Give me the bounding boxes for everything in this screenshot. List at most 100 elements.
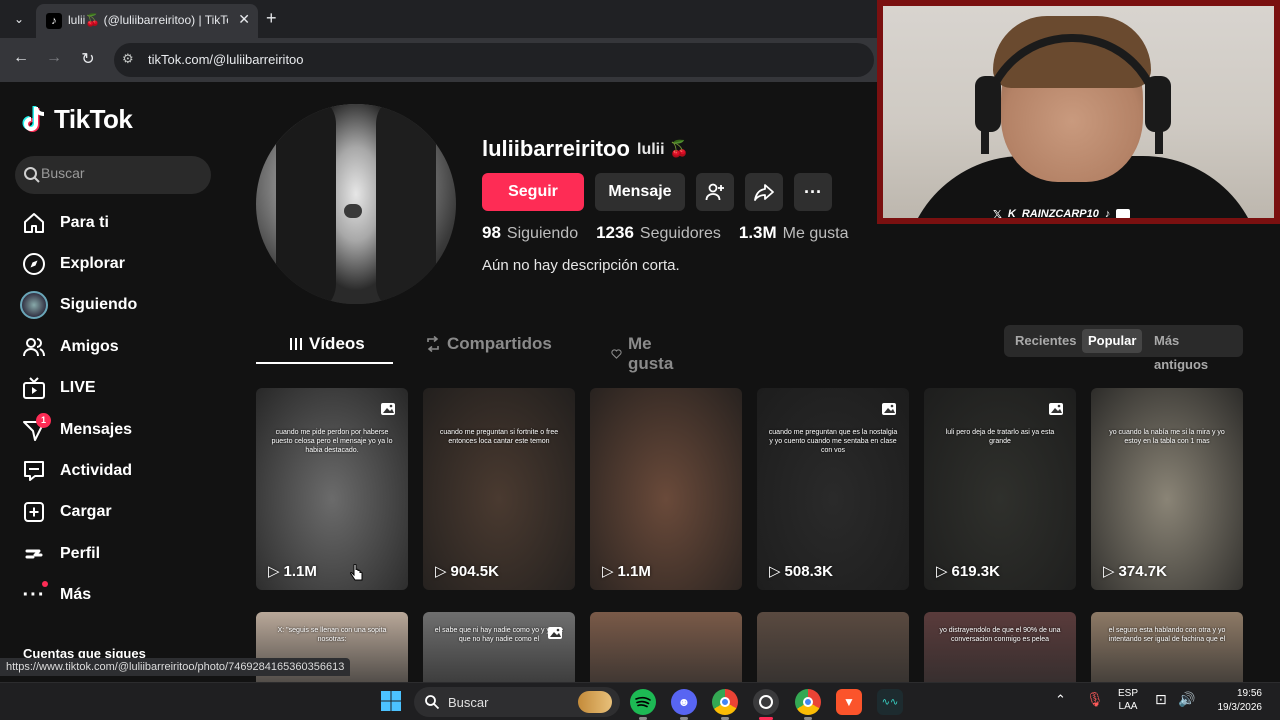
chrome-profile-active-icon[interactable] xyxy=(753,689,779,720)
spotify-icon[interactable] xyxy=(630,689,656,720)
chrome-alt-profile-icon[interactable] xyxy=(795,689,821,720)
sidebar-item-siguiendo[interactable]: Siguiendo xyxy=(20,287,220,323)
likes-stat: 1.3M Me gusta xyxy=(739,223,849,243)
sidebar-item-cargar[interactable]: Cargar xyxy=(20,494,220,530)
sidebar-item-mensajes[interactable]: 1 Mensajes xyxy=(20,412,220,448)
tab-label: Vídeos xyxy=(309,334,365,353)
clock-date: 19/3/2026 xyxy=(1217,702,1263,713)
streamer-handle: RAINZCARP10 xyxy=(1021,208,1099,218)
sidebar-item-live[interactable]: LIVE xyxy=(20,370,220,406)
network-icon[interactable]: ⊡ xyxy=(1155,691,1167,708)
tab-compartidos[interactable]: Compartidos xyxy=(425,334,552,354)
video-card[interactable]: ▷ 1.1M xyxy=(590,388,742,590)
video-card[interactable]: luli pero deja de tratarlo asi ya esta g… xyxy=(924,388,1076,590)
share-button[interactable] xyxy=(745,173,783,211)
chrome-icon[interactable] xyxy=(712,689,738,720)
site-info-icon[interactable]: ⚙ xyxy=(122,51,134,67)
video-card[interactable]: cuando me preguntan si fortnite o free e… xyxy=(423,388,575,590)
sidebar-item-label: Cargar xyxy=(60,503,112,520)
microphone-icon[interactable]: 🎙 xyxy=(1086,691,1104,708)
activity-icon xyxy=(20,457,48,485)
video-card[interactable]: yo distrayendolo de que el 90% de una co… xyxy=(924,612,1076,682)
compass-icon xyxy=(20,250,48,278)
sidebar-item-explorar[interactable]: Explorar xyxy=(20,246,220,282)
video-card[interactable]: el seguro esta hablando con otra y yo in… xyxy=(1091,612,1243,682)
follow-button[interactable]: Seguir xyxy=(482,173,584,211)
followers-label: Seguidores xyxy=(639,225,721,242)
sort-mas-antiguos[interactable]: Más antiguos xyxy=(1148,329,1243,372)
suggested-accounts-button[interactable] xyxy=(696,173,734,211)
following-stat[interactable]: 98 Siguiendo xyxy=(482,223,578,243)
browser-tab-active[interactable]: ♪ lulii🍒 (@luliibarreiritoo) | TikTo ✕ xyxy=(36,4,258,38)
more-options-button[interactable]: ··· xyxy=(794,173,832,211)
profile-nickname: lulii 🍒 xyxy=(637,141,689,158)
add-person-icon xyxy=(705,183,724,201)
input-language[interactable]: ESP LAA xyxy=(1118,687,1138,713)
clock-time: 19:56 xyxy=(1236,688,1262,699)
sidebar-item-para-ti[interactable]: Para ti xyxy=(20,205,220,241)
discord-icon[interactable]: ☻ xyxy=(671,689,697,720)
photo-post-icon xyxy=(548,627,562,639)
video-caption: el seguro esta hablando con otra y yo in… xyxy=(1108,627,1226,643)
followers-stat[interactable]: 1236 Seguidores xyxy=(596,223,721,243)
video-card[interactable]: cuando me preguntan que es la nostalgia … xyxy=(757,388,909,590)
view-count: 619.3K xyxy=(951,562,1000,580)
brave-icon[interactable]: ▼ xyxy=(836,689,862,715)
sort-popular[interactable]: Popular xyxy=(1082,329,1143,353)
photo-post-icon xyxy=(882,403,896,415)
video-card[interactable]: cuando me pide perdon por haberse puesto… xyxy=(256,388,408,590)
video-views: ▷ 619.3K xyxy=(936,562,1000,581)
sidebar-search[interactable] xyxy=(15,156,211,194)
repost-icon xyxy=(427,336,439,352)
tab-title: lulii🍒 (@luliibarreiritoo) | TikTo xyxy=(68,13,228,27)
windows-start-icon[interactable] xyxy=(380,690,402,712)
sidebar-item-label: Amigos xyxy=(60,338,119,355)
back-arrow-icon[interactable]: ← xyxy=(10,49,32,67)
sidebar-item-label: Para ti xyxy=(60,214,109,231)
lang-bottom: LAA xyxy=(1118,701,1138,712)
streamer-tag: 𝕏 K RAINZCARP10 ♪ xyxy=(993,206,1131,218)
tab-me-gusta[interactable]: Me gusta xyxy=(611,334,678,374)
view-count: 508.3K xyxy=(784,562,833,580)
view-count: 1.1M xyxy=(283,562,317,580)
message-button[interactable]: Mensaje xyxy=(595,173,685,211)
video-caption: cuando me pide perdon por haberse puesto… xyxy=(271,429,393,454)
sidebar-item-actividad[interactable]: Actividad xyxy=(20,453,220,489)
more-icon: ··· xyxy=(20,581,48,609)
profile-bio: Aún no hay descripción corta. xyxy=(482,257,680,274)
search-highlight-image xyxy=(578,691,612,713)
tab-label: Me gusta xyxy=(627,334,674,373)
tab-close-icon[interactable]: ✕ xyxy=(238,11,250,28)
taskbar-search[interactable]: Buscar xyxy=(414,687,620,717)
new-tab-plus-icon[interactable]: + xyxy=(266,8,277,29)
video-card[interactable]: el sabe que ni hay nadie como yo y yo se… xyxy=(423,612,575,682)
grid-bars-icon xyxy=(290,338,302,350)
sidebar-item-label: Perfil xyxy=(60,545,101,562)
video-card[interactable] xyxy=(590,612,742,682)
video-caption: X: "seguis se llenan con una sopita noso… xyxy=(277,627,387,643)
tab-videos[interactable]: Vídeos xyxy=(289,334,365,354)
volume-icon[interactable]: 🔊 xyxy=(1178,691,1195,708)
video-caption: yo distrayendolo de que el 90% de una co… xyxy=(939,627,1061,643)
profile-stats: 98 Siguiendo 1236 Seguidores 1.3M Me gusta xyxy=(482,223,848,243)
sidebar-item-mas[interactable]: ··· Más xyxy=(20,577,220,613)
profile-avatar[interactable] xyxy=(256,104,456,304)
view-count: 904.5K xyxy=(450,562,499,580)
audio-app-icon[interactable]: ∿∿ xyxy=(877,689,903,715)
forward-arrow-icon[interactable]: → xyxy=(43,49,65,67)
hand-cursor-icon xyxy=(350,564,363,581)
video-card[interactable]: yo cuando la nabía me si la mira y yo es… xyxy=(1091,388,1243,590)
sidebar-item-perfil[interactable]: Perfil xyxy=(20,536,220,572)
reload-icon[interactable]: ↻ xyxy=(77,49,99,69)
tiktok-logo[interactable]: TikTok xyxy=(22,104,133,135)
tray-chevron-up-icon[interactable]: ⌃ xyxy=(1055,692,1066,708)
address-bar[interactable]: ⚙ tikTok.com/@luliibarreiritoo xyxy=(114,43,874,77)
sort-toggle: Recientes Popular Más antiguos xyxy=(1004,325,1243,372)
clock[interactable]: 19:56 19/3/2026 xyxy=(1206,687,1263,715)
sidebar-item-amigos[interactable]: Amigos xyxy=(20,329,220,365)
webcam-feed: 𝕏 K RAINZCARP10 ♪ xyxy=(883,6,1274,218)
tab-search-menu-button[interactable]: ⌄ xyxy=(8,8,30,30)
video-card[interactable] xyxy=(757,612,909,682)
search-input[interactable] xyxy=(41,165,201,181)
sort-recientes[interactable]: Recientes xyxy=(1009,329,1082,353)
